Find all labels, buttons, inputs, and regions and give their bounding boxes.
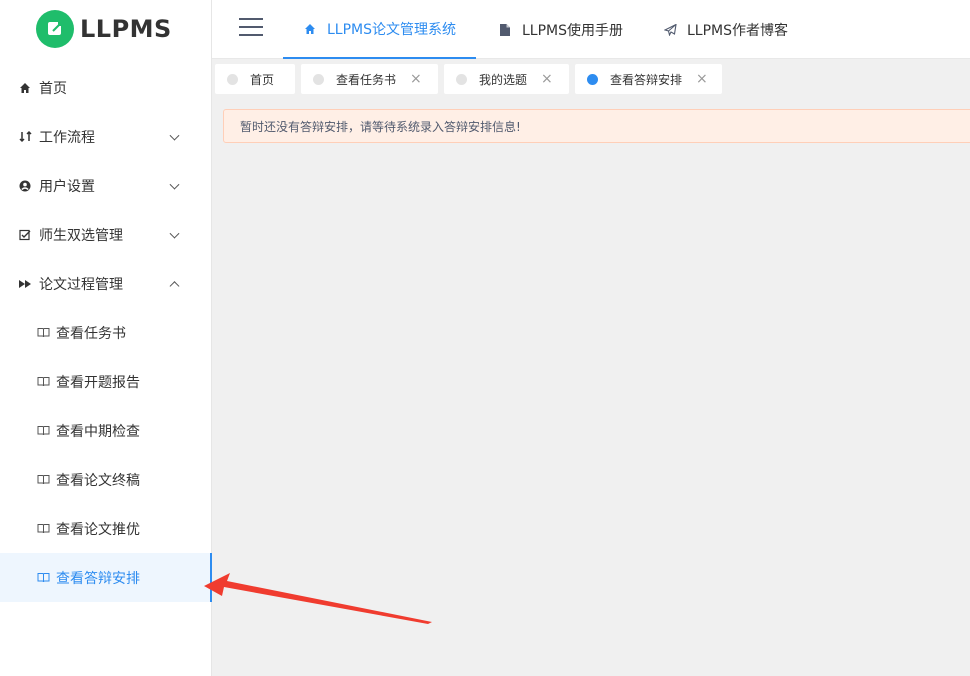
sidebar-subitem-label: 查看开题报告 (56, 374, 140, 391)
sidebar-menu: 首页 工作流程 用户设置 师生双选管理 论文过程管理 查看任务书 查看开题报告 … (0, 63, 212, 602)
book-icon (37, 425, 50, 436)
sidebar-item-home[interactable]: 首页 (0, 63, 212, 112)
sidebar: LLPMS 首页 工作流程 用户设置 师生双选管理 论文过程管理 查看任务书 查… (0, 0, 212, 676)
sidebar-subitem-recommend[interactable]: 查看论文推优 (0, 504, 212, 553)
chevron-down-icon (169, 130, 180, 141)
tab-label: LLPMS作者博客 (687, 22, 789, 39)
chevron-up-icon (169, 280, 180, 291)
tag-defense[interactable]: 查看答辩安排 × (575, 64, 722, 94)
sidebar-item-workflow[interactable]: 工作流程 (0, 112, 212, 161)
book-icon (37, 474, 50, 485)
sidebar-subitem-midterm[interactable]: 查看中期检查 (0, 406, 212, 455)
sidebar-subitem-task-book[interactable]: 查看任务书 (0, 308, 212, 357)
sidebar-item-thesis-process[interactable]: 论文过程管理 (0, 259, 212, 308)
sidebar-subitem-label: 查看任务书 (56, 325, 126, 342)
logo-text: LLPMS (80, 15, 172, 43)
status-dot (313, 73, 324, 85)
status-dot (587, 73, 598, 85)
sidebar-subitem-defense[interactable]: 查看答辩安排 (0, 553, 212, 602)
sidebar-item-label: 师生双选管理 (39, 227, 123, 244)
logo[interactable]: LLPMS (36, 10, 172, 48)
logo-icon (36, 10, 74, 48)
sidebar-subitem-proposal[interactable]: 查看开题报告 (0, 357, 212, 406)
home-icon (303, 22, 317, 36)
tags-bar: 首页 查看任务书 × 我的选题 × 查看答辩安排 × (212, 59, 970, 99)
book-icon (37, 572, 50, 583)
book-icon (37, 376, 50, 387)
main-content: 首页 查看任务书 × 我的选题 × 查看答辩安排 × 暂时还没有答辩安排，请等待… (212, 59, 970, 676)
chevron-down-icon (169, 179, 180, 190)
tag-label: 首页 (250, 72, 275, 87)
home-icon (18, 81, 32, 95)
checkbox-icon (18, 228, 32, 242)
sidebar-item-label: 用户设置 (39, 178, 95, 195)
paper-plane-icon (663, 23, 677, 37)
hamburger-icon[interactable] (239, 18, 263, 36)
sidebar-item-label: 工作流程 (39, 129, 95, 146)
tag-my-topic[interactable]: 我的选题 × (444, 64, 569, 94)
sidebar-subitem-final-draft[interactable]: 查看论文终稿 (0, 455, 212, 504)
book-icon (37, 523, 50, 534)
tag-label: 查看任务书 (336, 72, 397, 87)
sidebar-subitem-label: 查看论文推优 (56, 521, 140, 538)
sidebar-item-label: 首页 (39, 80, 67, 97)
close-icon[interactable]: × (541, 72, 553, 86)
tag-home[interactable]: 首页 (215, 64, 295, 94)
fast-forward-icon (18, 277, 32, 291)
tag-label: 我的选题 (479, 72, 528, 87)
sidebar-item-label: 论文过程管理 (39, 276, 123, 293)
tab-llpms-system[interactable]: LLPMS论文管理系统 (283, 0, 477, 59)
tab-user-manual[interactable]: LLPMS使用手册 (498, 0, 623, 59)
top-navbar: LLPMS论文管理系统 LLPMS使用手册 LLPMS作者博客 (212, 0, 970, 59)
warning-alert: 暂时还没有答辩安排，请等待系统录入答辩安排信息! (223, 109, 970, 143)
sidebar-subitem-label: 查看答辩安排 (56, 570, 140, 587)
sidebar-subitem-label: 查看中期检查 (56, 423, 140, 440)
alert-text: 暂时还没有答辩安排，请等待系统录入答辩安排信息! (240, 119, 521, 134)
tag-label: 查看答辩安排 (610, 72, 683, 87)
tab-author-blog[interactable]: LLPMS作者博客 (663, 0, 788, 59)
status-dot (456, 73, 467, 85)
workflow-icon (18, 130, 32, 144)
book-icon (37, 327, 50, 338)
tab-label: LLPMS使用手册 (522, 22, 624, 39)
tag-task-book[interactable]: 查看任务书 × (301, 64, 438, 94)
tab-label: LLPMS论文管理系统 (327, 21, 457, 38)
close-icon[interactable]: × (410, 72, 422, 86)
sidebar-subitem-label: 查看论文终稿 (56, 472, 140, 489)
close-icon[interactable]: × (696, 72, 708, 86)
user-circle-icon (18, 179, 32, 193)
sidebar-item-mutual-selection[interactable]: 师生双选管理 (0, 210, 212, 259)
status-dot (227, 73, 238, 85)
sidebar-item-user-settings[interactable]: 用户设置 (0, 161, 212, 210)
document-icon (498, 23, 512, 37)
chevron-down-icon (169, 228, 180, 239)
